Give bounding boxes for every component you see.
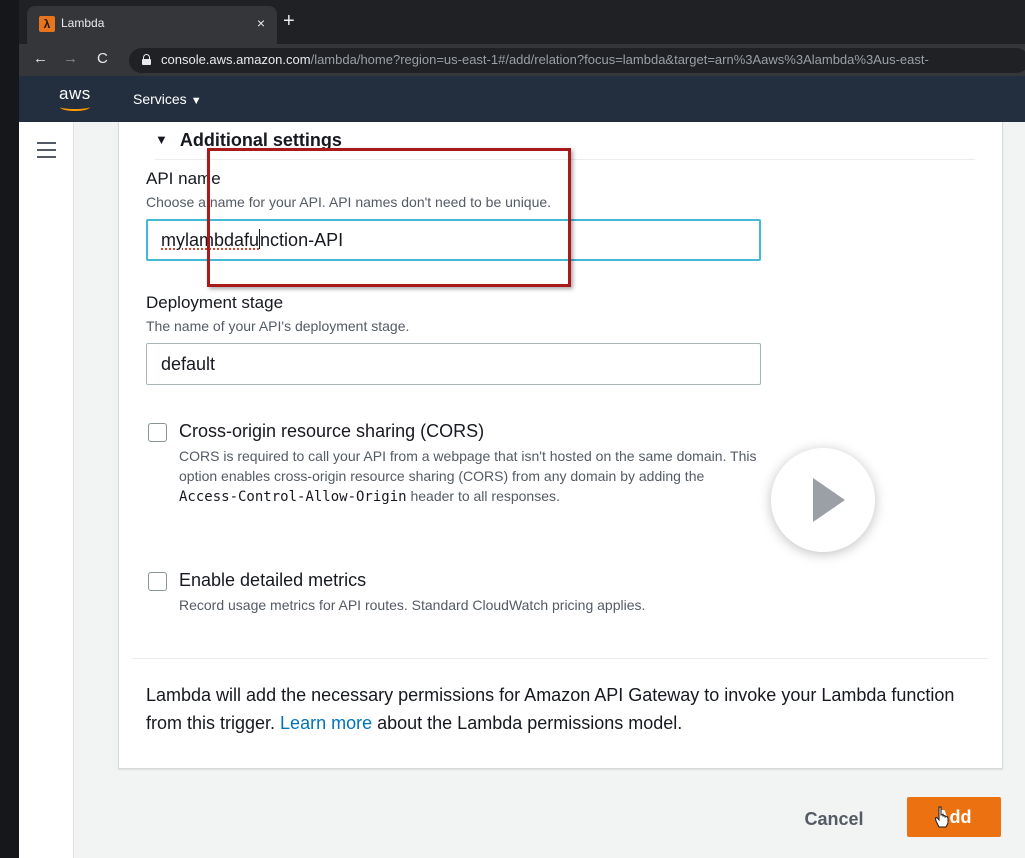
deployment-stage-description: The name of your API's deployment stage. [146, 318, 410, 334]
tab-title: Lambda [61, 16, 105, 30]
browser-tab-bar: λ Lambda × + [19, 0, 1025, 44]
reload-icon[interactable]: C [97, 50, 108, 67]
lambda-favicon-icon: λ [39, 16, 55, 32]
deployment-stage-label: Deployment stage [146, 293, 284, 312]
back-arrow-icon[interactable]: ← [33, 50, 48, 67]
learn-more-link[interactable]: Learn more [280, 713, 372, 733]
annotation-highlight-box [207, 148, 571, 287]
detailed-metrics-title: Enable detailed metrics [179, 570, 367, 590]
video-play-button[interactable] [771, 448, 875, 552]
browser-tab-lambda[interactable]: λ Lambda × [27, 6, 277, 44]
detailed-metrics-description: Record usage metrics for API routes. Sta… [179, 597, 646, 613]
new-tab-icon[interactable]: + [283, 10, 295, 32]
tab-close-icon[interactable]: × [257, 15, 265, 31]
additional-settings-panel: ▼ Additional settings API name Choose a n… [118, 122, 1003, 769]
cors-title: Cross-origin resource sharing (CORS) [179, 421, 485, 441]
hamburger-menu-icon[interactable] [37, 142, 57, 158]
divider [132, 658, 988, 659]
cors-description: CORS is required to call your API from a… [179, 448, 757, 505]
hand-pointer-cursor-icon [934, 806, 949, 828]
url-field[interactable]: console.aws.amazon.com/lambda/home?regio… [129, 48, 1025, 73]
add-button[interactable]: Add [907, 797, 1001, 837]
cors-checkbox[interactable] [148, 423, 167, 442]
services-menu[interactable]: Services ▼ [133, 91, 202, 107]
play-icon [813, 478, 845, 522]
aws-logo[interactable]: aws [59, 84, 91, 104]
lock-icon [142, 54, 151, 65]
cancel-button[interactable]: Cancel [789, 802, 879, 836]
side-navigation [19, 122, 74, 858]
aws-console-nav: aws Services ▼ [19, 76, 1025, 122]
permissions-note: Lambda will add the necessary permission… [146, 685, 955, 733]
forward-arrow-icon[interactable]: → [63, 50, 78, 67]
aws-logo-smile-icon [60, 103, 90, 111]
browser-address-bar: ← → C console.aws.amazon.com/lambda/home… [19, 44, 1025, 76]
left-edge [0, 0, 19, 858]
triangle-down-icon: ▼ [155, 132, 168, 147]
caret-down-icon: ▼ [190, 95, 202, 107]
detailed-metrics-checkbox[interactable] [148, 572, 167, 591]
section-title: Additional settings [179, 130, 342, 150]
url-text: console.aws.amazon.com/lambda/home?regio… [161, 52, 929, 67]
deployment-stage-input[interactable]: default [146, 343, 761, 385]
cors-header-code: Access-Control-Allow-Origin [179, 489, 407, 505]
page-content: ▼ Additional settings API name Choose a n… [19, 122, 1025, 858]
